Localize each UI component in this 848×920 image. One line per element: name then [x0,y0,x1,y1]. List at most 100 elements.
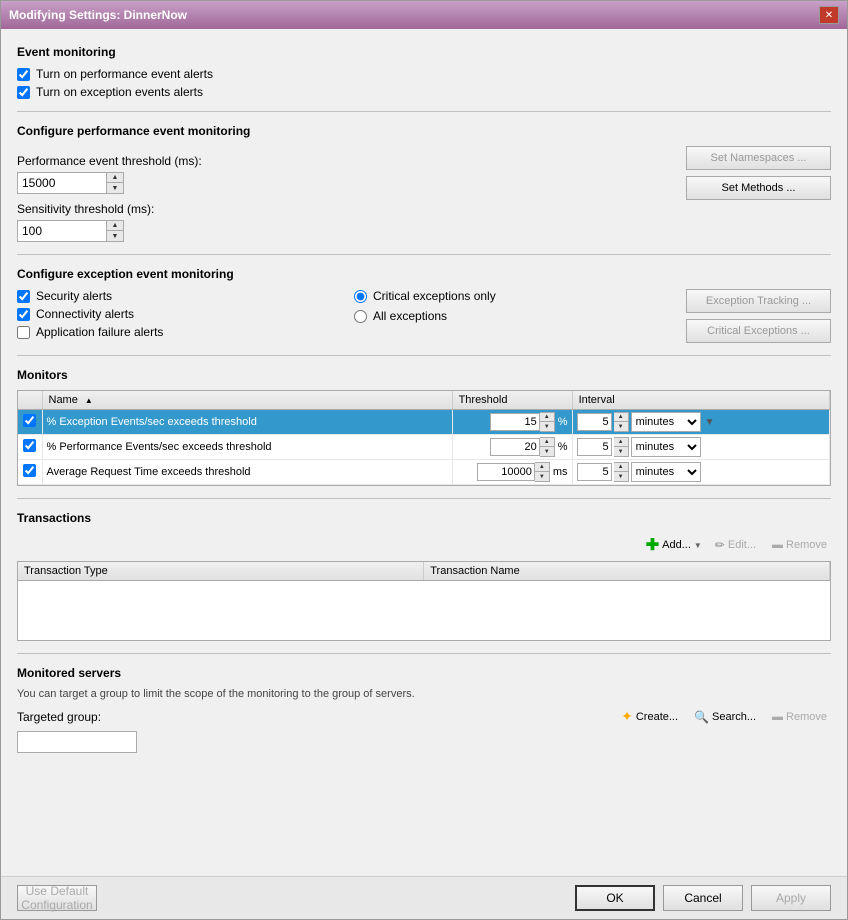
add-dropdown-button[interactable]: ▼ [693,539,703,552]
targeted-group-input[interactable] [17,731,137,753]
apply-button[interactable]: Apply [751,885,831,911]
interval-down-2[interactable]: ▼ [614,472,628,481]
threshold-up-2[interactable]: ▲ [535,463,549,472]
monitors-col-name[interactable]: Name ▲ [42,391,452,410]
create-label: Create... [636,711,678,723]
threshold-down-2[interactable]: ▼ [535,472,549,481]
monitor-interval-2: ▲ ▼ minutes seconds hours [572,460,829,485]
perf-alerts-label: Turn on performance event alerts [36,67,213,81]
critical-only-row: Critical exceptions only [354,289,671,303]
interval-input-0[interactable] [577,413,612,431]
threshold-up-1[interactable]: ▲ [540,438,554,447]
security-alerts-checkbox[interactable] [17,290,30,303]
monitors-header-row: Name ▲ Threshold Interval [18,391,830,410]
threshold-input-0[interactable] [490,413,540,431]
perf-alerts-row: Turn on performance event alerts [17,67,831,81]
monitor-threshold-1: ▲ ▼ % [452,435,572,460]
interval-up-1[interactable]: ▲ [614,438,628,447]
threshold-spinner-0: ▲ ▼ [540,412,555,432]
bottom-right: OK Cancel Apply [575,885,831,911]
sensitivity-spinner: ▲ ▼ [17,220,651,242]
monitors-col-interval[interactable]: Interval [572,391,829,410]
divider-2 [17,254,831,255]
perf-threshold-arrows: ▲ ▼ [107,172,124,194]
perf-threshold-up[interactable]: ▲ [107,173,123,183]
app-failure-label: Application failure alerts [36,325,163,339]
monitor-row-checkbox-2[interactable] [23,464,36,477]
monitor-name-0: % Exception Events/sec exceeds threshold [42,410,452,435]
sensitivity-down[interactable]: ▼ [107,231,123,241]
app-failure-checkbox[interactable] [17,326,30,339]
table-row: % Performance Events/sec exceeds thresho… [18,435,830,460]
sort-indicator: ▲ [85,396,93,405]
threshold-unit-1: % [558,441,568,453]
interval-select-1[interactable]: minutes seconds hours [631,437,701,457]
window-title: Modifying Settings: DinnerNow [9,8,187,22]
monitor-row-checkbox-0[interactable] [23,414,36,427]
add-button[interactable]: ✚ Add... [644,533,693,557]
search-button[interactable]: 🔍 Search... [690,708,760,726]
ok-button[interactable]: OK [575,885,655,911]
threshold-up-0[interactable]: ▲ [540,413,554,422]
monitors-table-container: Name ▲ Threshold Interval % Exception Ev… [17,390,831,486]
perf-threshold-label: Performance event threshold (ms): [17,154,651,168]
all-exceptions-label: All exceptions [373,309,447,323]
exception-monitoring-section: Configure exception event monitoring Sec… [17,267,831,343]
transactions-title: Transactions [17,511,831,525]
threshold-input-2[interactable] [477,463,535,481]
exception-alerts-label: Turn on exception events alerts [36,85,203,99]
all-exceptions-radio[interactable] [354,310,367,323]
divider-1 [17,111,831,112]
interval-input-1[interactable] [577,438,612,456]
sensitivity-up[interactable]: ▲ [107,221,123,231]
threshold-down-1[interactable]: ▼ [540,447,554,456]
interval-input-2[interactable] [577,463,612,481]
sensitivity-input[interactable] [17,220,107,242]
critical-only-radio[interactable] [354,290,367,303]
monitored-servers-title: Monitored servers [17,666,831,680]
threshold-spinner-1: ▲ ▼ [540,437,555,457]
monitor-name-1: % Performance Events/sec exceeds thresho… [42,435,452,460]
title-bar-buttons: ✕ [819,6,839,24]
transactions-table: Transaction Type Transaction Name [18,562,830,581]
create-icon: ✦ [621,708,633,725]
interval-select-2[interactable]: minutes seconds hours [631,462,701,482]
perf-alerts-checkbox[interactable] [17,68,30,81]
close-button[interactable]: ✕ [819,6,839,24]
cancel-button[interactable]: Cancel [663,885,743,911]
interval-down-0[interactable]: ▼ [614,422,628,431]
monitor-row-checkbox-1[interactable] [23,439,36,452]
set-namespaces-button[interactable]: Set Namespaces ... [686,146,831,170]
threshold-input-1[interactable] [490,438,540,456]
critical-exceptions-button[interactable]: Critical Exceptions ... [686,319,831,343]
perf-threshold-down[interactable]: ▼ [107,183,123,193]
perf-threshold-input[interactable] [17,172,107,194]
interval-up-2[interactable]: ▲ [614,463,628,472]
transactions-toolbar: ✚ Add... ▼ ✏ Edit... ▬ Remove [17,533,831,557]
security-alerts-row: Security alerts [17,289,334,303]
interval-down-1[interactable]: ▼ [614,447,628,456]
create-button[interactable]: ✦ Create... [617,706,682,727]
threshold-down-0[interactable]: ▼ [540,422,554,431]
exception-tracking-button[interactable]: Exception Tracking ... [686,289,831,313]
table-row: Average Request Time exceeds threshold ▲… [18,460,830,485]
threshold-unit-2: ms [553,466,568,478]
interval-select-0[interactable]: minutes seconds hours [631,412,701,432]
row-cb-cell [18,435,42,460]
remove-button[interactable]: ▬ Remove [768,537,831,553]
interval-scroll-0[interactable]: ▼ [705,417,715,428]
set-methods-button[interactable]: Set Methods ... [686,176,831,200]
connectivity-alerts-checkbox[interactable] [17,308,30,321]
perf-threshold-spinner: ▲ ▼ [17,172,651,194]
exception-alerts-checkbox[interactable] [17,86,30,99]
monitors-col-threshold[interactable]: Threshold [452,391,572,410]
monitor-threshold-2: ▲ ▼ ms [452,460,572,485]
use-default-button[interactable]: Use Default Configuration [17,885,97,911]
servers-remove-button[interactable]: ▬ Remove [768,709,831,725]
monitored-servers-section: Monitored servers You can target a group… [17,666,831,753]
perf-right: Set Namespaces ... Set Methods ... [671,146,831,242]
perf-layout: Performance event threshold (ms): ▲ ▼ Se… [17,146,831,242]
main-window: Modifying Settings: DinnerNow ✕ Event mo… [0,0,848,920]
interval-up-0[interactable]: ▲ [614,413,628,422]
edit-button[interactable]: ✏ Edit... [711,536,760,554]
